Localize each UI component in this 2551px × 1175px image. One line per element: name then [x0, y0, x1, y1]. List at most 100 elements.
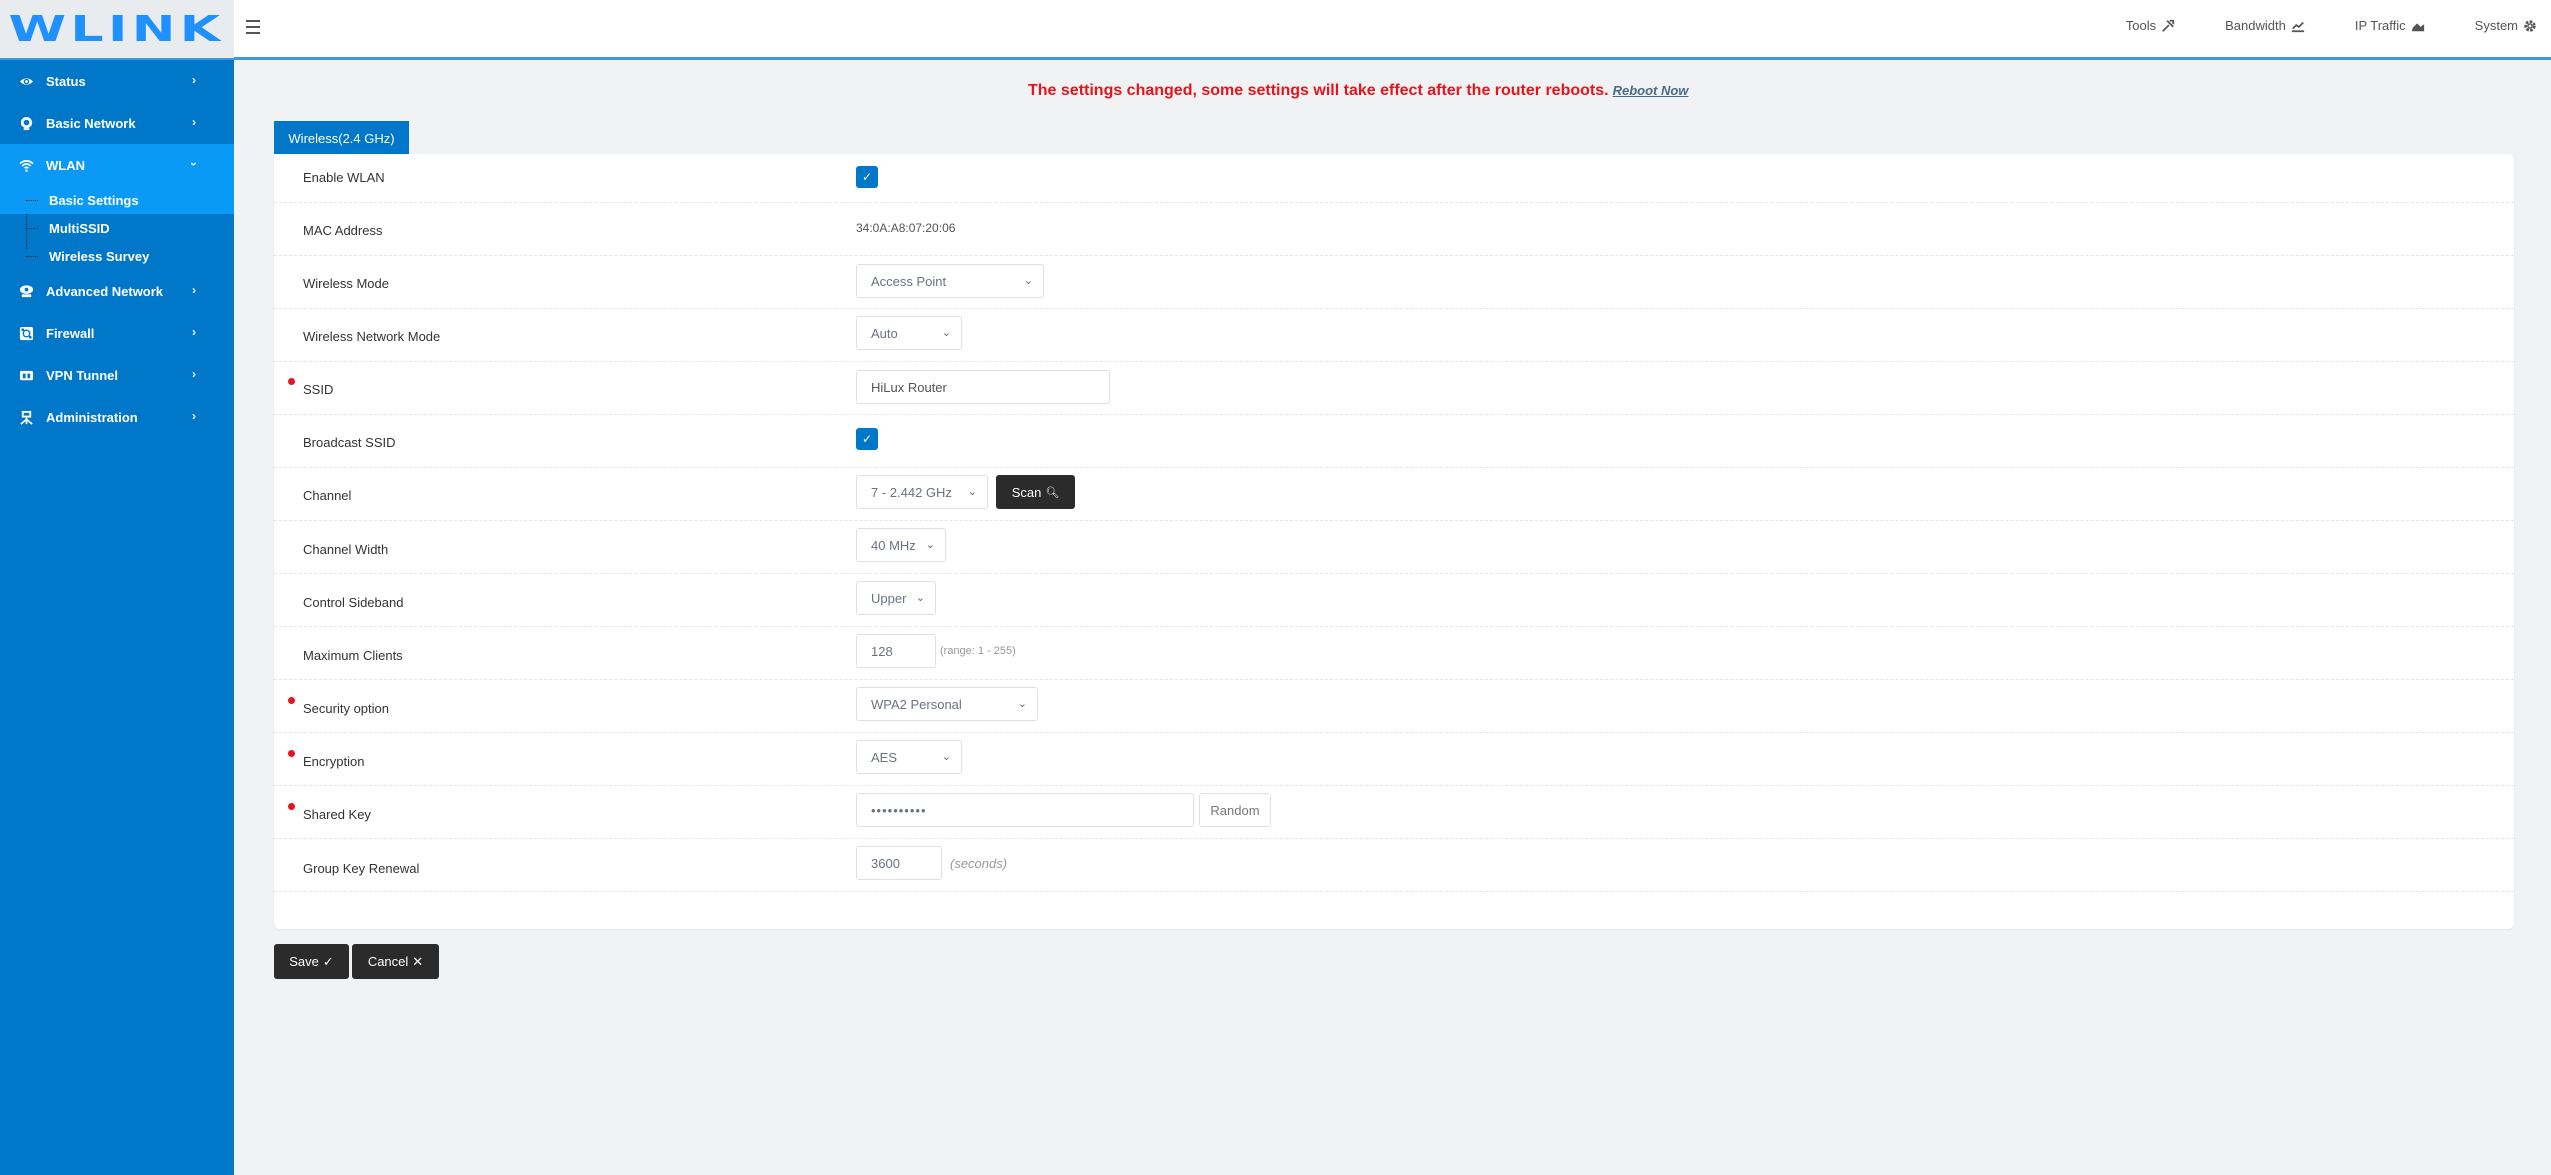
row-broadcast-ssid: Broadcast SSID ✓: [274, 415, 2514, 468]
ssid-label: SSID: [303, 382, 334, 397]
random-key-button[interactable]: Random: [1199, 793, 1271, 827]
menu-toggle-button[interactable]: [246, 20, 260, 34]
top-header: WLINK Tools Bandwidth IP Traffic System: [0, 0, 2551, 60]
scan-label: Scan: [1011, 484, 1042, 500]
broadcast-ssid-checkbox[interactable]: ✓: [856, 428, 878, 450]
top-nav-ip-traffic[interactable]: IP Traffic: [2355, 18, 2425, 33]
wireless-settings-panel: Enable WLAN ✓ MAC Address 34:0A:A8:07:20…: [274, 154, 2514, 929]
row-security-option: Security option WPA2 Personal ⌄: [274, 680, 2514, 733]
sidebar-subitem-basic-settings[interactable]: Basic Settings: [0, 186, 234, 214]
wireless-mode-select[interactable]: Access Point ⌄: [856, 264, 1044, 298]
required-indicator: [288, 803, 295, 810]
chevron-down-icon: ⌄: [1017, 698, 1027, 710]
chevron-right-icon: ›: [192, 409, 196, 423]
wireless-mode-label: Wireless Mode: [303, 276, 389, 291]
checkmark-icon: ✓: [861, 170, 873, 184]
sidebar-item-label: Basic Network: [46, 115, 136, 131]
notice-message: The settings changed, some settings will…: [1028, 82, 1609, 99]
row-control-sideband: Control Sideband Upper ⌄: [274, 574, 2514, 627]
sidebar-subitem-label: Wireless Survey: [49, 248, 150, 264]
group-key-renewal-input[interactable]: 3600: [856, 846, 942, 880]
ssid-input[interactable]: HiLux Router: [856, 370, 1110, 404]
input-value: 128: [871, 643, 893, 659]
hamburger-icon: [246, 20, 260, 22]
select-value: 40 MHz: [871, 537, 916, 553]
required-indicator: [288, 378, 295, 385]
sidebar-item-label: Administration: [46, 409, 138, 425]
chevron-right-icon: ›: [192, 367, 196, 381]
select-value: Access Point: [871, 273, 947, 289]
chevron-down-icon: ⌄: [915, 592, 925, 604]
area-chart-icon: [2411, 22, 2424, 31]
row-enable-wlan: Enable WLAN ✓: [274, 154, 2514, 203]
checkmark-icon: ✓: [861, 432, 873, 446]
chevron-right-icon: ›: [192, 283, 196, 297]
shared-key-label: Shared Key: [303, 807, 371, 822]
security-option-select[interactable]: WPA2 Personal ⌄: [856, 687, 1038, 721]
chevron-right-icon: ›: [192, 325, 196, 339]
row-encryption: Encryption AES ⌄: [274, 733, 2514, 786]
sidebar-item-basic-network[interactable]: Basic Network ›: [0, 102, 234, 144]
sidebar-item-label: Firewall: [46, 325, 95, 341]
sidebar-subitem-wireless-survey[interactable]: Wireless Survey: [0, 242, 234, 270]
row-network-mode: Wireless Network Mode Auto ⌄: [274, 309, 2514, 362]
search-icon: 🔍︎: [1045, 486, 1060, 499]
firewall-icon: [18, 325, 34, 341]
scan-button[interactable]: Scan 🔍︎: [996, 475, 1075, 509]
sidebar-item-firewall[interactable]: Firewall ›: [0, 312, 234, 354]
sidebar-item-wlan[interactable]: WLAN ›: [0, 144, 234, 186]
select-value: 7 - 2.442 GHz: [871, 484, 952, 500]
tab-wireless-2-4ghz[interactable]: Wireless(2.4 GHz): [274, 121, 409, 155]
cancel-button[interactable]: Cancel ✕: [352, 944, 439, 979]
select-value: WPA2 Personal: [871, 696, 962, 712]
sidebar-item-label: Advanced Network: [46, 283, 164, 299]
control-sideband-select[interactable]: Upper ⌄: [856, 581, 936, 615]
row-max-clients: Maximum Clients 128 (range: 1 - 255): [274, 627, 2514, 680]
top-nav-label: Bandwidth: [2225, 18, 2286, 33]
sidebar-subitem-label: Basic Settings: [49, 192, 139, 208]
row-channel-width: Channel Width 40 MHz ⌄: [274, 521, 2514, 574]
cloud-network-icon: [18, 283, 34, 299]
sidebar-item-label: Status: [46, 73, 86, 89]
chevron-down-icon: ⌄: [1023, 275, 1033, 287]
chevron-down-icon: ›: [187, 162, 201, 166]
enable-wlan-label: Enable WLAN: [303, 170, 385, 185]
top-nav-system[interactable]: System: [2475, 18, 2537, 33]
enable-wlan-checkbox[interactable]: ✓: [856, 166, 878, 188]
top-nav-tools[interactable]: Tools: [2126, 18, 2175, 33]
sidebar: Status › Basic Network › WLAN › Basic Se…: [0, 60, 234, 1175]
sidebar-item-administration[interactable]: Administration ›: [0, 396, 234, 438]
sidebar-item-advanced-network[interactable]: Advanced Network ›: [0, 270, 234, 312]
encryption-label: Encryption: [303, 754, 365, 769]
tools-icon: [2162, 19, 2175, 32]
row-mac-address: MAC Address 34:0A:A8:07:20:06: [274, 203, 2514, 256]
vpn-icon: [18, 367, 34, 383]
channel-width-select[interactable]: 40 MHz ⌄: [856, 528, 946, 562]
sidebar-item-vpn-tunnel[interactable]: VPN Tunnel ›: [0, 354, 234, 396]
network-mode-select[interactable]: Auto ⌄: [856, 316, 962, 350]
logo[interactable]: WLINK: [9, 9, 225, 50]
network-mode-label: Wireless Network Mode: [303, 329, 441, 344]
sidebar-item-status[interactable]: Status ›: [0, 60, 234, 102]
max-clients-input[interactable]: 128: [856, 634, 936, 668]
reboot-now-link[interactable]: Reboot Now: [1613, 83, 1689, 98]
chevron-right-icon: ›: [192, 73, 196, 87]
top-nav-bandwidth[interactable]: Bandwidth: [2225, 18, 2305, 33]
wlan-submenu: Basic Settings MultiSSID Wireless Survey: [0, 186, 234, 270]
eye-icon: [18, 73, 34, 89]
encryption-select[interactable]: AES ⌄: [856, 740, 962, 774]
save-label: Save: [289, 954, 319, 969]
channel-select[interactable]: 7 - 2.442 GHz ⌄: [856, 475, 988, 509]
save-button[interactable]: Save ✓: [274, 944, 349, 979]
wifi-icon: [18, 157, 34, 173]
row-ssid: SSID HiLux Router: [274, 362, 2514, 415]
sidebar-subitem-multissid[interactable]: MultiSSID: [0, 214, 234, 242]
shared-key-input[interactable]: ••••••••••: [856, 793, 1194, 827]
control-sideband-label: Control Sideband: [303, 595, 404, 610]
input-value: HiLux Router: [871, 379, 947, 395]
broadcast-ssid-label: Broadcast SSID: [303, 435, 396, 450]
chevron-right-icon: ›: [192, 115, 196, 129]
max-clients-hint: (range: 1 - 255): [940, 645, 1016, 657]
chevron-down-icon: ⌄: [941, 751, 951, 763]
sidebar-subitem-label: MultiSSID: [49, 220, 110, 236]
